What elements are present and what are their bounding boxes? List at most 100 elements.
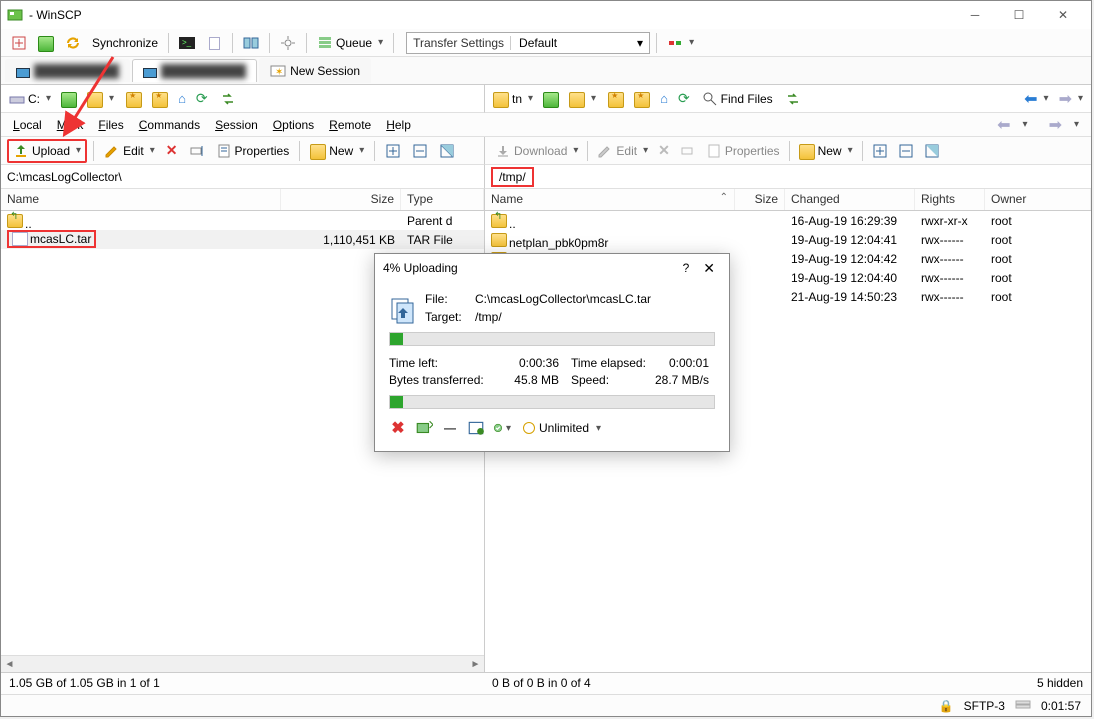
menu-session[interactable]: Session: [209, 116, 264, 134]
menu-files[interactable]: Files: [92, 116, 129, 134]
to-background-button[interactable]: [415, 419, 433, 437]
monitor-icon: [143, 68, 157, 78]
nav-forward-local[interactable]: ➡: [1037, 111, 1085, 139]
col-name[interactable]: Name: [1, 189, 281, 210]
local-refresh-button[interactable]: ⟳: [192, 88, 212, 109]
time-left-value: 0:00:36: [499, 356, 559, 370]
transfer-settings-combo[interactable]: Transfer Settings Default ▾: [406, 32, 650, 54]
find-files-button[interactable]: Find Files: [698, 89, 777, 109]
queue-button[interactable]: Queue: [313, 33, 387, 53]
help-button[interactable]: ?: [675, 261, 698, 275]
edit-button[interactable]: Edit: [100, 141, 159, 161]
open-folder-button[interactable]: [34, 31, 58, 54]
new-session-tab[interactable]: ✶New Session: [259, 58, 371, 83]
add-session-button[interactable]: [7, 33, 31, 53]
local-parent-button[interactable]: [57, 87, 81, 110]
once-done-menu[interactable]: [493, 419, 511, 437]
session-tab-1[interactable]: ██████████: [5, 59, 130, 82]
upload-dialog: 4% Uploading ? ✕ File:C:\mcasLogCollecto…: [374, 253, 730, 452]
menu-options[interactable]: Options: [267, 116, 320, 134]
minus-box-icon: [898, 143, 914, 159]
col-size-r[interactable]: Size: [735, 189, 785, 210]
parent-folder-icon: ↰: [7, 214, 23, 228]
minimize-button[interactable]: ─: [953, 1, 997, 29]
col-changed[interactable]: Changed: [785, 189, 915, 210]
remote-parent-button[interactable]: [539, 87, 563, 110]
properties-button[interactable]: Properties: [212, 141, 294, 161]
properties-icon: [216, 143, 232, 159]
menu-commands[interactable]: Commands: [133, 116, 206, 134]
remote-dir-combo[interactable]: tn: [489, 87, 537, 110]
menu-local[interactable]: Local: [7, 116, 48, 134]
remote-refresh-button[interactable]: ⟳: [674, 88, 694, 109]
rename-r-button[interactable]: [676, 141, 700, 161]
plus-select-r-button[interactable]: [868, 141, 892, 161]
local-home-button[interactable]: ⌂: [174, 89, 190, 108]
col-size[interactable]: Size: [281, 189, 401, 210]
cancel-transfer-button[interactable]: ✖: [389, 419, 407, 437]
dialog-close-button[interactable]: ✕: [697, 260, 721, 277]
chevron-down-icon[interactable]: ▾: [631, 36, 649, 50]
delete-r-button[interactable]: ✕: [654, 140, 674, 161]
stats-button[interactable]: [202, 33, 226, 53]
nav-back-button[interactable]: ⬅: [1020, 87, 1052, 111]
local-folder-button[interactable]: [83, 87, 118, 110]
nav-back-local[interactable]: ⬅: [985, 111, 1033, 139]
edit-r-button[interactable]: Edit: [593, 141, 652, 161]
queue-mini-icon[interactable]: [1015, 700, 1031, 712]
local-h-scrollbar[interactable]: ◄►: [1, 655, 484, 672]
menu-help[interactable]: Help: [380, 116, 417, 134]
local-sync-dir-button[interactable]: [216, 89, 240, 109]
remote-folder-button[interactable]: [565, 87, 600, 110]
minimize-transfer-button[interactable]: —: [441, 419, 459, 437]
disconnect-button[interactable]: [663, 33, 698, 53]
speed-limit-button[interactable]: Unlimited: [519, 420, 605, 436]
local-drive-combo[interactable]: C:: [5, 89, 55, 109]
green-folder-icon: [38, 36, 54, 52]
maximize-button[interactable]: ☐: [997, 1, 1041, 29]
once-done-button[interactable]: [467, 419, 485, 437]
bytes-label: Bytes transferred:: [389, 373, 499, 387]
col-name-r[interactable]: Name: [485, 189, 735, 210]
new-r-button[interactable]: New: [795, 139, 857, 162]
gear-button[interactable]: [276, 33, 300, 53]
delete-button[interactable]: ✕: [162, 140, 182, 161]
transfer-settings-value: Default: [511, 36, 631, 50]
refresh-icon: ⟳: [196, 90, 208, 107]
invert-select-r-button[interactable]: [920, 141, 944, 161]
col-rights[interactable]: Rights: [915, 189, 985, 210]
compare-button[interactable]: [239, 33, 263, 53]
remote-sync-dir-button[interactable]: [781, 89, 805, 109]
minus-box-icon: [412, 143, 428, 159]
col-type[interactable]: Type: [401, 189, 484, 210]
minus-select-button[interactable]: [408, 141, 432, 161]
upload-button[interactable]: Upload: [7, 139, 87, 163]
terminal-button[interactable]: >_: [175, 33, 199, 53]
nav-forward-button[interactable]: ➡: [1055, 87, 1087, 111]
synchronize-button[interactable]: Synchronize: [88, 34, 162, 52]
local-list-header: Name Size Type: [1, 189, 484, 211]
plus-select-button[interactable]: [381, 141, 405, 161]
search-icon: [702, 91, 718, 107]
menu-remote[interactable]: Remote: [323, 116, 377, 134]
folder-up-icon: [61, 92, 77, 108]
local-bookmark2-button[interactable]: [148, 87, 172, 110]
list-item[interactable]: mcasLC.tar 1,110,451 KB TAR File: [1, 230, 484, 249]
sync-browse-button[interactable]: [61, 33, 85, 53]
col-owner[interactable]: Owner: [985, 189, 1091, 210]
remote-home-button[interactable]: ⌂: [656, 89, 672, 108]
properties-r-button[interactable]: Properties: [702, 141, 784, 161]
remote-bookmark2-button[interactable]: [630, 87, 654, 110]
download-button[interactable]: Download: [491, 141, 582, 161]
close-button[interactable]: ✕: [1041, 1, 1085, 29]
time-elapsed-value: 0:00:01: [649, 356, 709, 370]
titlebar: - WinSCP ─ ☐ ✕: [1, 1, 1091, 29]
remote-bookmark1-button[interactable]: [604, 87, 628, 110]
menu-mark[interactable]: Mark: [51, 116, 90, 134]
local-bookmark1-button[interactable]: [122, 87, 146, 110]
minus-select-r-button[interactable]: [894, 141, 918, 161]
rename-button[interactable]: [185, 141, 209, 161]
new-button[interactable]: New: [306, 139, 368, 162]
session-tab-2[interactable]: ██████████: [132, 59, 257, 82]
invert-select-button[interactable]: [435, 141, 459, 161]
